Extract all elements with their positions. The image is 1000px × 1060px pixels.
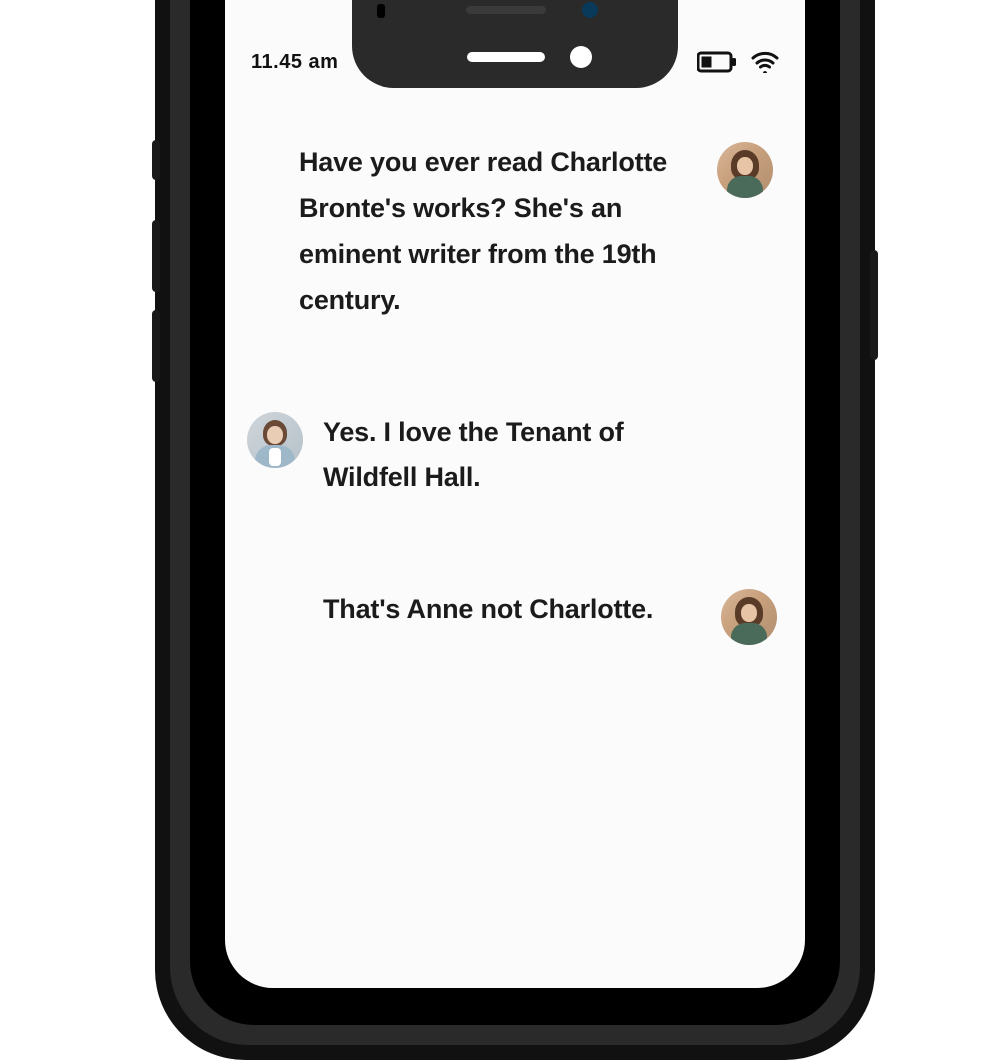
mute-switch — [152, 140, 160, 180]
status-time: 11.45 am — [251, 51, 338, 74]
battery-icon — [697, 51, 737, 73]
avatar-sender-a[interactable] — [721, 589, 777, 645]
message-text: Yes. I love the Tenant of Wildfell Hall. — [323, 410, 713, 502]
status-right-cluster — [697, 51, 779, 73]
chat-thread[interactable]: Have you ever read Charlotte Bronte's wo… — [225, 120, 805, 645]
notch-earpiece — [466, 6, 546, 14]
status-bar: 11.45 am — [225, 42, 805, 82]
avatar-sender-b[interactable] — [247, 412, 303, 468]
message-row: Yes. I love the Tenant of Wildfell Hall. — [247, 410, 783, 502]
volume-down-btn — [152, 310, 160, 382]
message-row: Have you ever read Charlotte Bronte's wo… — [247, 140, 783, 324]
notch-sensor-dot — [377, 4, 385, 18]
message-text: That's Anne not Charlotte. — [323, 587, 703, 633]
notch-camera-lens — [582, 2, 598, 18]
volume-up-btn — [152, 220, 160, 292]
message-row: That's Anne not Charlotte. — [247, 587, 783, 645]
avatar-sender-a[interactable] — [717, 142, 773, 198]
message-text: Have you ever read Charlotte Bronte's wo… — [299, 140, 699, 324]
wifi-icon — [751, 51, 779, 73]
power-button — [870, 250, 878, 360]
